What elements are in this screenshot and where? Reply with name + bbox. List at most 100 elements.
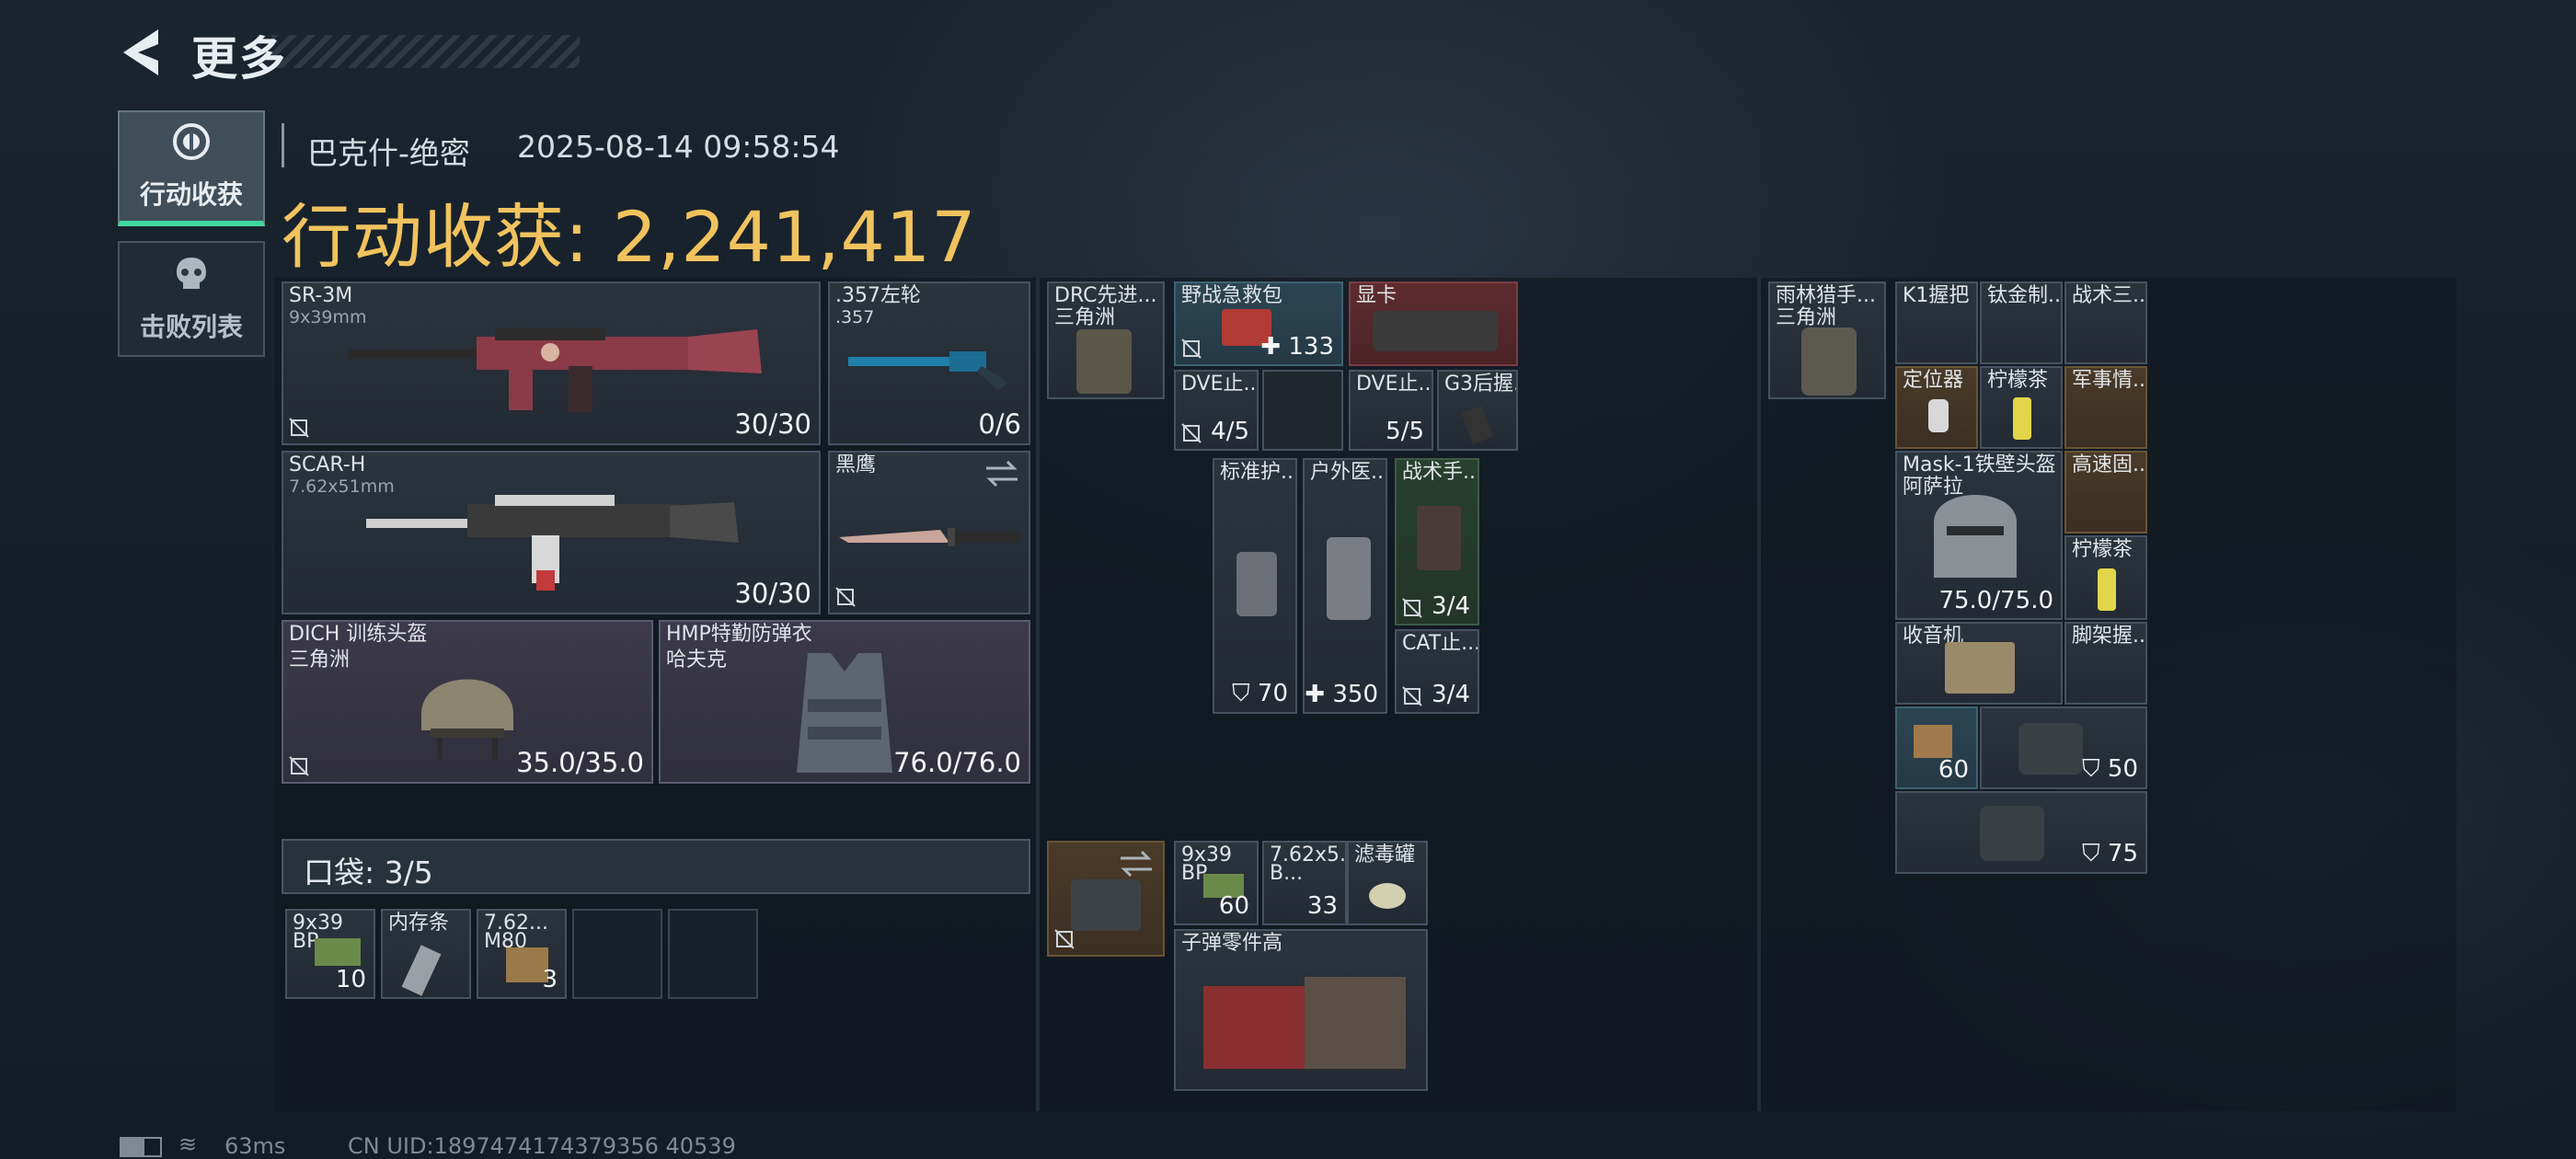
backpack-item[interactable]: 战术三... [2064, 281, 2147, 364]
melee-slot[interactable]: 黑鹰 [828, 451, 1030, 614]
no-insurance-icon [289, 756, 309, 776]
chest-rig-icon [1076, 329, 1132, 394]
item-qty: 33 [1306, 892, 1338, 920]
rig-empty-slot[interactable] [1262, 370, 1343, 451]
column-divider [1036, 278, 1040, 1111]
backpack-item[interactable]: Mask-1铁壁头盔 阿萨拉 75.0/75.0 [1895, 451, 2063, 620]
item-qty-value: 70 [1257, 680, 1288, 707]
tab-loot-label: 行动收获 [139, 179, 243, 210]
backpack-item[interactable]: ⛉ 50 [1980, 706, 2147, 789]
item-name: DVE止... [1181, 373, 1259, 396]
weapon-slot-sidearm[interactable]: .357左轮 .357 0/6 [828, 281, 1030, 445]
no-insurance-icon [1054, 929, 1075, 949]
helmet-slot[interactable]: DICH 训练头盔 三角洲 35.0/35.0 [282, 620, 653, 784]
backpack-item[interactable]: 60 [1895, 706, 1978, 789]
swap-icon[interactable] [984, 460, 1019, 488]
backpack-item[interactable]: 军事情... [2064, 366, 2147, 449]
weapon-slot-secondary[interactable]: SCAR-H 7.62x51mm 30/30 [282, 451, 821, 614]
uid-text: CN UID:1897474174379356 40539 [348, 1133, 736, 1159]
item-name: 战术三... [2072, 284, 2147, 307]
pocket-label: 口袋: 3/5 [304, 855, 433, 890]
bag-item[interactable]: 9x39 BP 60 [1174, 841, 1259, 925]
rig-item[interactable]: 标准护... ⛉ 70 [1213, 458, 1297, 714]
chest-rig-slot[interactable]: DRC先进... 三角洲 [1047, 281, 1165, 399]
rig-item[interactable]: DVE止... 5/5 [1349, 370, 1433, 451]
pocket-empty-slot[interactable] [668, 909, 758, 999]
item-name: Mask-1铁壁头盔 [1903, 453, 2056, 476]
weapon-name: .357左轮 [835, 284, 921, 307]
rig-item[interactable]: G3后握... [1437, 370, 1518, 451]
rig-item[interactable]: DVE止... 4/5 [1174, 370, 1259, 451]
rig-item[interactable]: 野战急救包 ✚ 133 [1174, 281, 1343, 366]
rig-item[interactable]: CAT止... 3/4 [1395, 629, 1479, 714]
helmet-icon [421, 679, 513, 760]
item-name: 战术手... [1402, 461, 1479, 484]
armor-slot[interactable]: HMP特勤防弹衣 哈夫克 76.0/76.0 [659, 620, 1030, 784]
item-qty: ⛉ 75 [2082, 840, 2138, 867]
item-name: G3后握... [1444, 373, 1518, 396]
item-name: 显卡 [1356, 284, 1397, 307]
tab-kill-list-label: 击败列表 [139, 312, 243, 342]
mask-helmet-icon [1934, 495, 2017, 578]
surgical-kit-icon [1417, 506, 1461, 570]
item-name: 钛金制... [1987, 284, 2063, 307]
rig-item[interactable]: 战术手... 3/4 [1395, 458, 1479, 625]
item-name: 高速固... [2072, 453, 2147, 476]
item-name: 柠檬茶 [1987, 369, 2049, 392]
ammo-box-icon [315, 938, 361, 966]
ram-stick-icon [401, 945, 442, 996]
durability: 35.0/35.0 [516, 747, 644, 778]
backpack-item[interactable]: 脚架握... [2064, 622, 2147, 705]
weapon-slot-primary[interactable]: SR-3M 9x39mm 30/30 [282, 281, 821, 445]
backpack-item[interactable]: ⛉ 75 [1895, 791, 2147, 874]
tab-loot[interactable]: 行动收获 [118, 110, 265, 226]
item-name: K1握把 [1903, 284, 1970, 307]
tab-kill-list[interactable]: 击败列表 [118, 241, 265, 357]
backpack-item[interactable]: 定位器 [1895, 366, 1978, 449]
helmet-name: DICH 训练头盔 [289, 623, 428, 646]
item-qty-value: 350 [1332, 681, 1378, 708]
grip-icon [1461, 405, 1494, 445]
ammo-count: 30/30 [734, 408, 811, 440]
medkit-icon [1327, 537, 1371, 620]
no-insurance-icon [1181, 423, 1202, 443]
backpack-icon [1801, 327, 1857, 396]
vest-icon [797, 653, 892, 773]
bag-item[interactable]: 7.62x5... B... 33 [1262, 841, 1347, 925]
backpack-item[interactable]: 柠檬茶 [1980, 366, 2063, 449]
backpack-slot[interactable]: 雨林猎手... 三角洲 [1768, 281, 1886, 399]
back-arrow-icon[interactable] [118, 26, 166, 79]
gpu-icon [1373, 311, 1498, 351]
rig-item[interactable]: 户外医... ✚ 350 [1303, 458, 1387, 714]
swap-icon[interactable] [1119, 850, 1154, 878]
item-sub: B... [1270, 862, 1304, 885]
backpack-item[interactable]: 钛金制... [1980, 281, 2063, 364]
rig-item[interactable]: 显卡 [1349, 281, 1518, 366]
backpack-item[interactable]: 收音机 [1895, 622, 2063, 705]
pocket-empty-slot[interactable] [572, 909, 662, 999]
backpack-item[interactable]: K1握把 [1895, 281, 1978, 364]
backpack-item[interactable]: 柠檬茶 [2064, 535, 2147, 620]
pocket-item[interactable]: 内存条 [381, 909, 471, 999]
no-insurance-icon [1402, 598, 1422, 618]
item-qty: ✚ 350 [1305, 681, 1378, 708]
item-qty: 3/4 [1432, 592, 1470, 620]
bag-slot[interactable] [1047, 841, 1165, 957]
locator-icon [1928, 399, 1949, 432]
no-insurance-icon [289, 418, 309, 438]
item-qty: 4/5 [1211, 418, 1249, 445]
item-qty: 3/4 [1432, 681, 1470, 708]
item-qty: 75.0/75.0 [1938, 587, 2053, 614]
pocket-item[interactable]: 7.62... M80 3 [477, 909, 567, 999]
ammo-parts-icon [1203, 986, 1305, 1069]
bag-item[interactable]: 滤毒罐 [1347, 841, 1428, 925]
pocket-item[interactable]: 9x39 BP 10 [285, 909, 375, 999]
radio-icon [1945, 642, 2015, 694]
filter-canister-icon [1369, 883, 1406, 909]
rifle-icon [366, 495, 739, 591]
bag-item[interactable]: 子弹零件高 [1174, 929, 1428, 1091]
earnings-total: 行动收获: 2,241,417 [282, 196, 977, 278]
backpack-item[interactable]: 高速固... [2064, 451, 2147, 534]
item-brand: 三角洲 [1776, 306, 1837, 329]
item-name: 雨林猎手... [1776, 284, 1876, 307]
